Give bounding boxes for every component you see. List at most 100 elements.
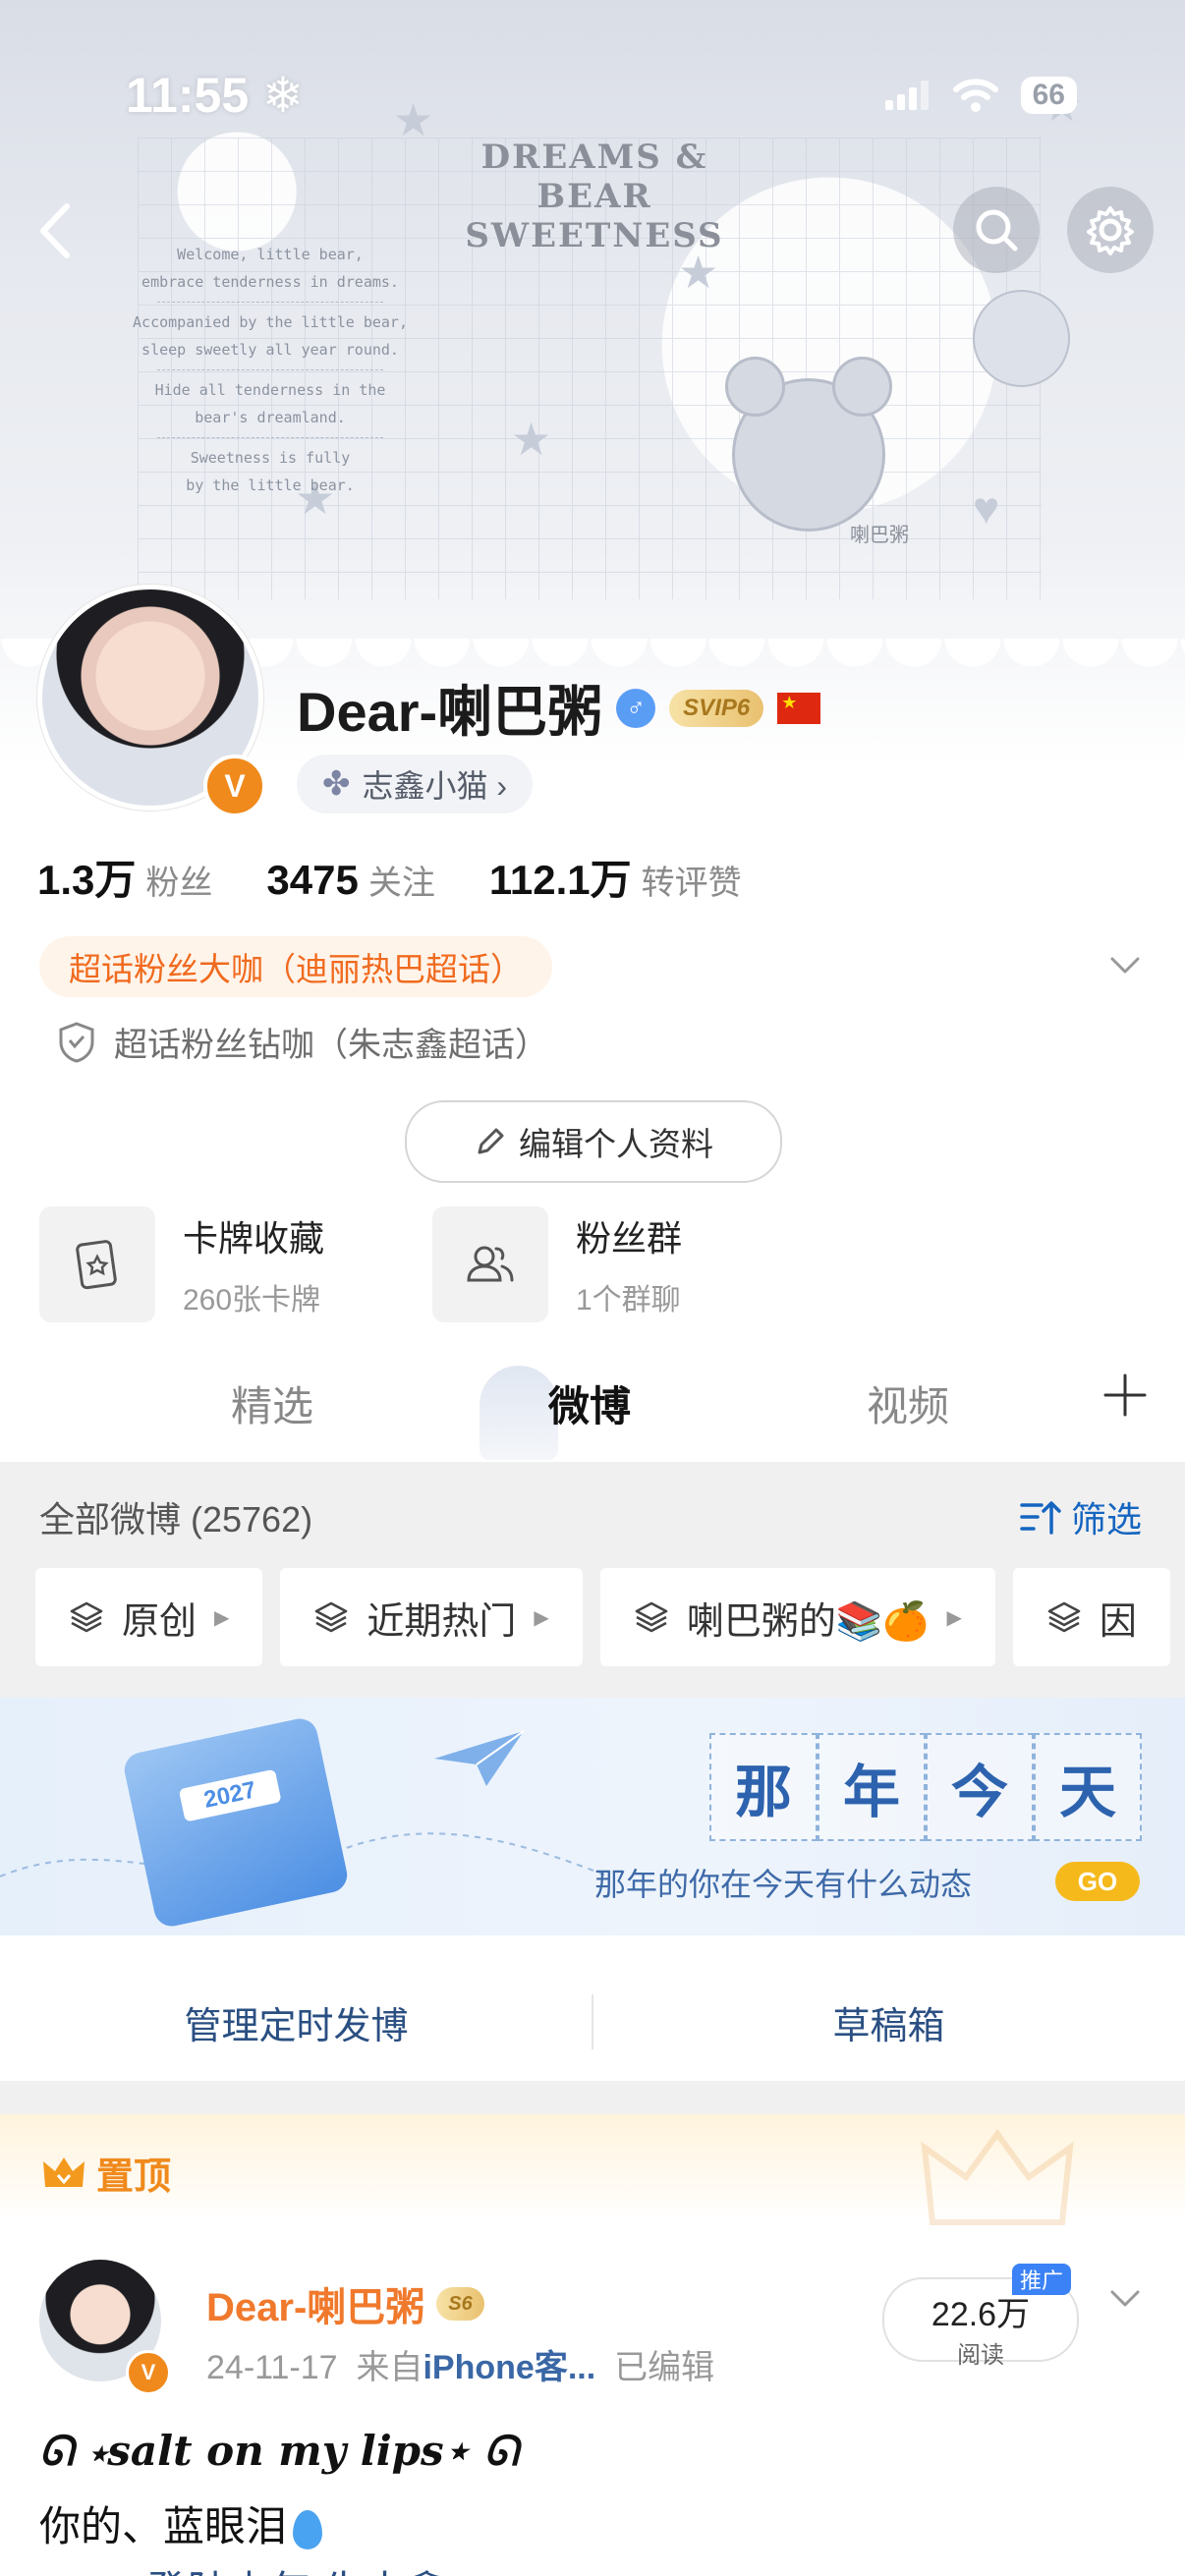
post-author-name[interactable]: Dear-喇巴粥 <box>206 2275 424 2332</box>
post-source-prefix: 来自 <box>356 2349 423 2386</box>
profile-name: Dear-喇巴粥 <box>297 681 603 743</box>
read-count-label: 阅读 <box>957 2342 1004 2369</box>
feed-chips: 原创 ▶ 近期热门 ▶ 喇巴粥的📚🍊 ▶ 因 <box>35 1568 1170 1666</box>
gear-icon <box>1087 206 1134 255</box>
banner-watermark: 喇巴粥 <box>850 525 909 546</box>
super-fan-plain-label: 超话粉丝钻咖（朱志鑫超话） <box>114 1027 548 1064</box>
post-hashtag-line[interactable]: #TOP登陆少年 朱志鑫 <box>39 2558 447 2576</box>
tab-video[interactable]: 视频 <box>867 1373 949 1433</box>
settings-button[interactable] <box>1067 187 1154 273</box>
chip-partial[interactable]: 因 <box>1012 1568 1170 1666</box>
clover-icon: ✤ <box>322 765 351 803</box>
bear-illustration <box>725 357 892 532</box>
verified-badge-icon: V <box>203 755 266 817</box>
paper-plane-icon <box>434 1730 525 1786</box>
feature-subtitle: 260张卡牌 <box>183 1284 321 1316</box>
chip-label: 近期热门 <box>367 1600 517 1643</box>
post-date: 24-11-17 <box>206 2349 338 2386</box>
status-time: 11:55 ❄ <box>126 68 304 123</box>
chip-label: 喇巴粥的📚🍊 <box>686 1600 930 1643</box>
chevron-down-icon[interactable] <box>1108 948 1142 981</box>
tab-weibo[interactable]: 微博 <box>548 1373 631 1433</box>
section-gap <box>0 2081 1185 2114</box>
triangle-right-icon: ▶ <box>534 1606 549 1629</box>
profile-name-row: Dear-喇巴粥 ♂ SVIP6 ★ <box>297 668 821 748</box>
feature-title: 粉丝群 <box>576 1218 683 1259</box>
svip-small-badge[interactable]: S6 <box>436 2287 484 2321</box>
status-icons: 66 <box>884 77 1077 114</box>
edit-profile-button[interactable]: 编辑个人资料 <box>405 1100 782 1183</box>
banner-title: DREAMS & BEAR SWEETNESS <box>465 138 724 255</box>
go-button[interactable]: GO <box>1055 1862 1140 1901</box>
layers-icon <box>315 1601 348 1633</box>
followers-stat[interactable]: 1.3万 粉丝 <box>37 847 212 907</box>
post-text: 你的、蓝眼泪 <box>39 2503 288 2549</box>
layers-icon <box>635 1601 668 1633</box>
banner-poem: Welcome, little bear, embrace tenderness… <box>133 246 408 494</box>
manage-row: 管理定时发博 草稿箱 <box>0 1963 1185 2081</box>
engagement-stat[interactable]: 112.1万 转评赞 <box>489 847 742 907</box>
pinned-header: 置顶 <box>0 2114 1185 2225</box>
feature-title: 卡牌收藏 <box>183 1218 325 1259</box>
battery-indicator: 66 <box>1020 77 1077 114</box>
title-char: 那 <box>709 1733 818 1841</box>
on-this-day-subtitle: 那年的你在今天有什么动态 <box>594 1866 973 1903</box>
svip-badge[interactable]: SVIP6 <box>669 689 764 727</box>
chip-recent-hot[interactable]: 近期热门 ▶ <box>280 1568 583 1666</box>
profile-tabs: 精选 微博 视频 <box>0 1354 1185 1462</box>
edit-profile-label: 编辑个人资料 <box>519 1126 713 1162</box>
card-icon <box>39 1206 155 1322</box>
following-stat[interactable]: 3475 关注 <box>266 856 434 904</box>
back-arrow-icon[interactable] <box>28 196 86 265</box>
star-icon: ♥ <box>973 482 1000 533</box>
title-char: 天 <box>1034 1733 1142 1841</box>
chip-label: 因 <box>1099 1600 1137 1643</box>
scheduled-posts-button[interactable]: 管理定时发博 <box>0 1963 592 2081</box>
male-gender-icon: ♂ <box>616 688 656 728</box>
search-icon <box>976 209 1018 252</box>
promote-badge[interactable]: 推广 <box>1012 2264 1072 2295</box>
post-text-line: 你的、蓝眼泪 <box>39 2493 323 2553</box>
verified-badge-icon: V <box>126 2350 171 2395</box>
chip-custom[interactable]: 喇巴粥的📚🍊 ▶ <box>599 1568 995 1666</box>
filter-button[interactable]: 筛选 <box>1020 1491 1142 1542</box>
profile-tag-label: 志鑫小猫 › <box>362 768 508 804</box>
chip-original[interactable]: 原创 ▶ <box>35 1568 263 1666</box>
crown-icon <box>43 2156 85 2187</box>
drafts-button[interactable]: 草稿箱 <box>592 1963 1185 2081</box>
super-fan-orange-chip[interactable]: 超话粉丝大咖（迪丽热巴超话） <box>39 936 552 997</box>
china-flag-icon: ★ <box>777 692 821 724</box>
card-collection-entry[interactable]: 卡牌收藏 260张卡牌 <box>39 1206 324 1322</box>
shield-icon <box>59 1021 94 1063</box>
profile-page: ★ ★ ★ ★ ★ ♥ DREAMS & BEAR SWEETNESS Welc… <box>0 0 1185 2576</box>
on-this-day-title: 那 年 今 天 <box>709 1733 1142 1841</box>
post-source[interactable]: iPhone客... <box>423 2349 595 2386</box>
plus-icon[interactable] <box>1100 1371 1150 1420</box>
post-author-row: Dear-喇巴粥 S6 <box>206 2275 484 2332</box>
post-meta: 24-11-17 来自iPhone客... 已编辑 <box>206 2340 714 2388</box>
pinned-label: 置顶 <box>41 2146 171 2200</box>
profile-stats: 1.3万 粉丝 3475 关注 112.1万 转评赞 <box>37 847 742 907</box>
small-bear-illustration <box>973 290 1070 387</box>
triangle-right-icon: ▶ <box>214 1606 230 1629</box>
all-weibo-count: 全部微博 (25762) <box>39 1499 313 1540</box>
calendar-year: 2027 <box>178 1768 282 1822</box>
signal-icon <box>884 81 929 110</box>
group-icon <box>432 1206 548 1322</box>
super-fan-plain-chip[interactable]: 超话粉丝钻咖（朱志鑫超话） <box>57 1018 548 1066</box>
chip-label: 原创 <box>122 1600 198 1643</box>
status-bar: 11:55 ❄ 66 <box>0 0 1185 123</box>
post-edited: 已编辑 <box>614 2349 715 2386</box>
chevron-down-icon[interactable] <box>1108 2281 1142 2315</box>
star-icon: ★ <box>511 414 552 465</box>
title-char: 年 <box>818 1733 926 1841</box>
crown-watermark-icon <box>921 2128 1074 2225</box>
tab-featured[interactable]: 精选 <box>231 1373 313 1433</box>
post-text-line: ᘏ ⋆salt on my lips⋆ ᘏ <box>39 2427 519 2475</box>
fan-group-entry[interactable]: 粉丝群 1个群聊 <box>432 1206 682 1322</box>
profile-tag-pill[interactable]: ✤ 志鑫小猫 › <box>297 755 534 813</box>
layers-icon <box>70 1601 103 1633</box>
filter-icon <box>1020 1501 1061 1535</box>
pinned-label-text: 置顶 <box>96 2156 172 2198</box>
search-button[interactable] <box>953 187 1040 273</box>
